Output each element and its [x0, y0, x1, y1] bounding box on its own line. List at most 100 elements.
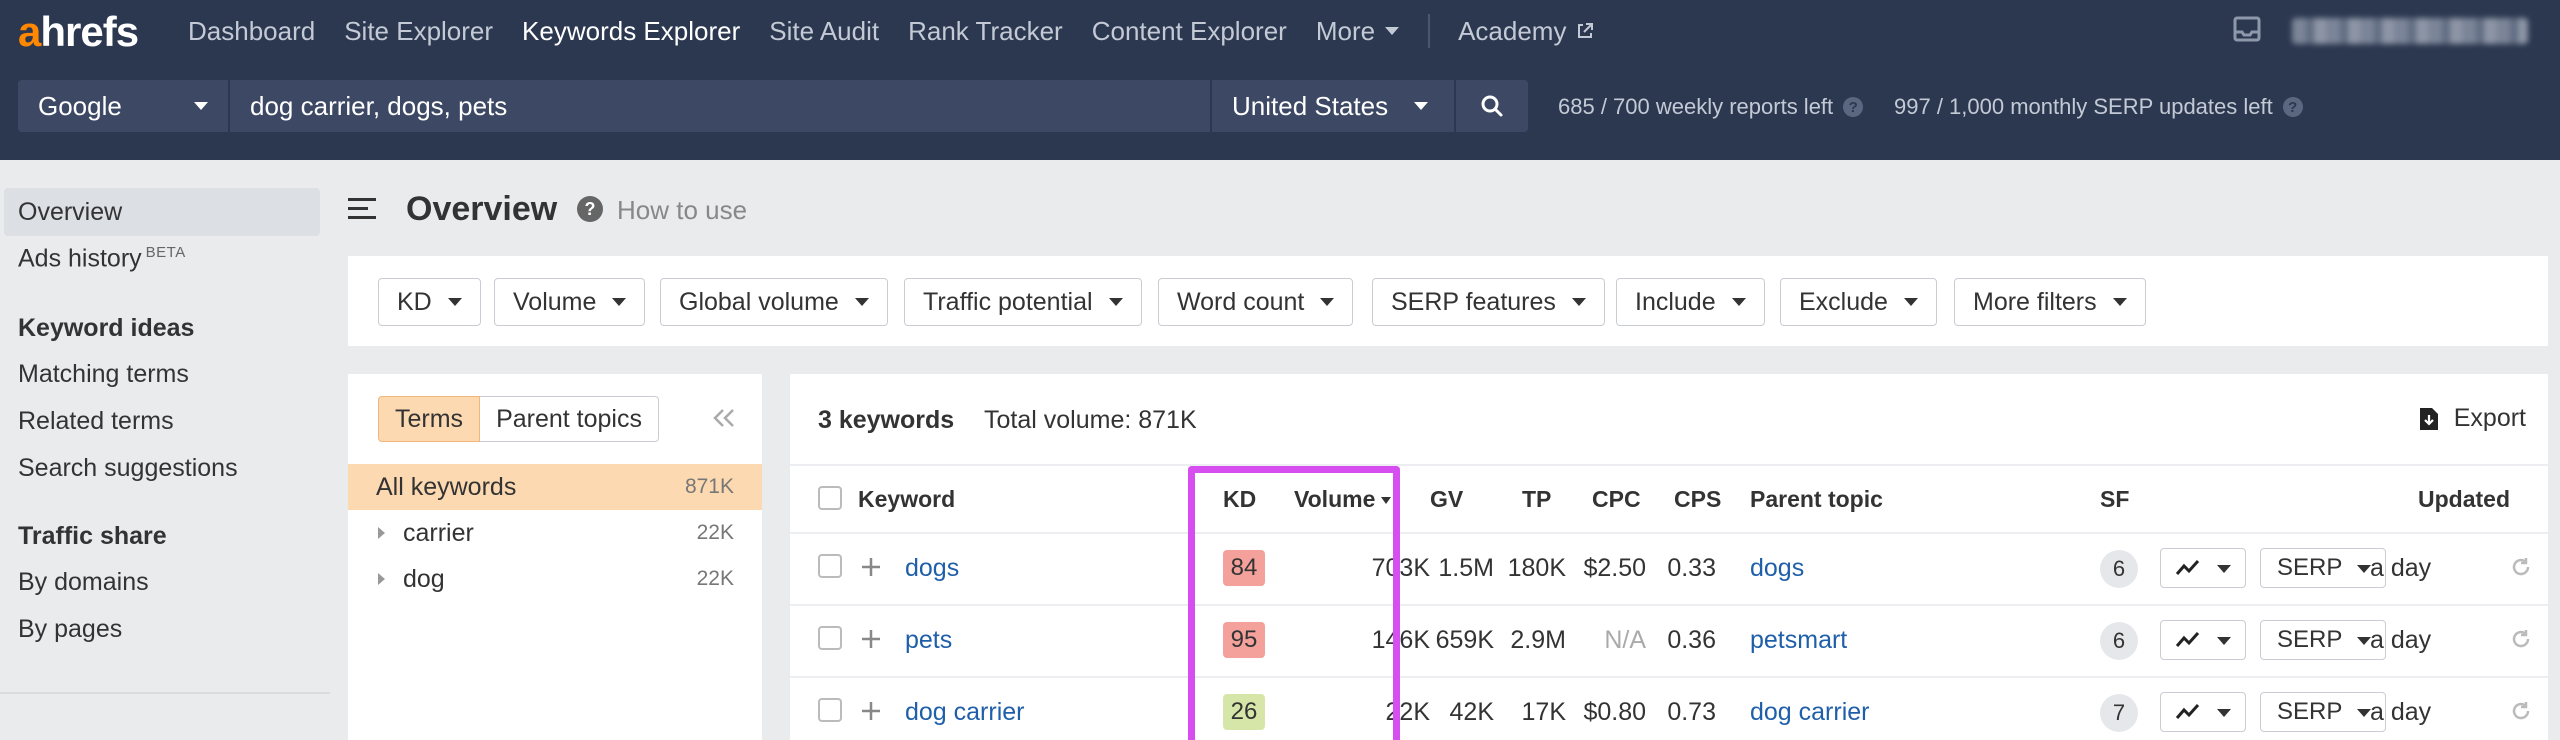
inbox-icon[interactable] — [2232, 14, 2262, 44]
chevron-down-icon — [2357, 637, 2371, 645]
filter-label: Include — [1635, 287, 1716, 316]
term-count: 871K — [684, 475, 734, 498]
keywords-input[interactable]: dog carrier, dogs, pets — [230, 80, 1210, 132]
col-kd[interactable]: KD — [1223, 486, 1256, 513]
row-checkbox[interactable] — [818, 554, 842, 578]
nav-dashboard[interactable]: Dashboard — [188, 16, 315, 47]
filter-global-volume[interactable]: Global volume — [660, 278, 888, 326]
select-all-checkbox[interactable] — [818, 486, 842, 510]
how-to-use-link[interactable]: How to use — [617, 195, 747, 226]
col-updated[interactable]: Updated — [2418, 486, 2510, 513]
filter-volume[interactable]: Volume — [494, 278, 646, 326]
term-row-dog[interactable]: dog 22K — [348, 556, 762, 602]
account-menu[interactable] — [2292, 18, 2528, 44]
menu-icon[interactable] — [348, 196, 378, 222]
sidebar-item-ads-history[interactable]: Ads history BETA — [18, 244, 186, 273]
serp-label: SERP — [2277, 554, 2343, 581]
tab-parent-topics[interactable]: Parent topics — [480, 396, 659, 442]
kd-badge: 26 — [1223, 694, 1265, 730]
parent-topic-link[interactable]: dogs — [1750, 554, 1804, 583]
terms-panel: Terms Parent topics All keywords 871K ca… — [348, 374, 762, 740]
chevron-down-icon — [854, 298, 869, 306]
term-row-all-keywords[interactable]: All keywords 871K — [348, 464, 762, 510]
parent-topic-link[interactable]: petsmart — [1750, 626, 1847, 655]
expand-icon[interactable] — [378, 573, 385, 585]
term-row-carrier[interactable]: carrier 22K — [348, 510, 762, 556]
nav-keywords-explorer[interactable]: Keywords Explorer — [522, 16, 740, 47]
col-parent-topic[interactable]: Parent topic — [1750, 486, 1883, 513]
search-button[interactable] — [1456, 80, 1528, 132]
help-icon[interactable]: ? — [577, 196, 603, 222]
filter-serp-features[interactable]: SERP features — [1372, 278, 1605, 326]
add-to-list-icon[interactable] — [860, 700, 882, 722]
keyword-link[interactable]: dog carrier — [905, 698, 1025, 727]
filter-more[interactable]: More filters — [1954, 278, 2146, 326]
col-tp[interactable]: TP — [1522, 486, 1551, 513]
nav-academy[interactable]: Academy — [1458, 16, 1594, 47]
filter-traffic-potential[interactable]: Traffic potential — [904, 278, 1142, 326]
chevron-down-icon — [1414, 102, 1428, 110]
serp-dropdown[interactable]: SERP — [2260, 548, 2386, 588]
serp-dropdown[interactable]: SERP — [2260, 692, 2386, 732]
col-gv[interactable]: GV — [1430, 486, 1463, 513]
nav-site-explorer[interactable]: Site Explorer — [344, 16, 493, 47]
col-cpc[interactable]: CPC — [1592, 486, 1641, 513]
filter-include[interactable]: Include — [1616, 278, 1765, 326]
serp-features-count[interactable]: 6 — [2100, 622, 2138, 660]
chevron-down-icon — [1571, 298, 1586, 306]
filter-kd[interactable]: KD — [378, 278, 481, 326]
col-sf[interactable]: SF — [2100, 486, 2129, 513]
filter-exclude[interactable]: Exclude — [1780, 278, 1937, 326]
trend-chart-dropdown[interactable] — [2160, 548, 2246, 588]
keyword-link[interactable]: dogs — [905, 554, 959, 583]
sidebar-item-related-terms[interactable]: Related terms — [18, 407, 174, 436]
col-volume[interactable]: Volume — [1294, 486, 1392, 513]
nav-content-explorer[interactable]: Content Explorer — [1092, 16, 1287, 47]
weekly-quota: 685 / 700 weekly reports left? — [1558, 94, 1864, 120]
chevron-down-icon — [2112, 298, 2127, 306]
sidebar-item-search-suggestions[interactable]: Search suggestions — [18, 454, 238, 483]
chevron-down-icon — [194, 102, 208, 110]
search-engine-select[interactable]: Google — [18, 80, 228, 132]
col-cps[interactable]: CPS — [1674, 486, 1721, 513]
sidebar-item-by-domains[interactable]: By domains — [18, 568, 149, 597]
trend-chart-dropdown[interactable] — [2160, 692, 2246, 732]
sidebar-item-overview[interactable]: Overview — [4, 188, 320, 236]
tab-terms[interactable]: Terms — [378, 396, 481, 442]
filter-label: Exclude — [1799, 287, 1888, 316]
add-to-list-icon[interactable] — [860, 556, 882, 578]
refresh-icon[interactable] — [2510, 628, 2532, 650]
row-checkbox[interactable] — [818, 698, 842, 722]
collapse-icon[interactable] — [710, 406, 738, 430]
nav-site-audit[interactable]: Site Audit — [769, 16, 879, 47]
export-icon — [2419, 407, 2438, 430]
serp-features-count[interactable]: 7 — [2100, 694, 2138, 732]
expand-icon[interactable] — [378, 527, 385, 539]
serp-dropdown[interactable]: SERP — [2260, 620, 2386, 660]
refresh-icon[interactable] — [2510, 700, 2532, 722]
sidebar-item-matching-terms[interactable]: Matching terms — [18, 360, 189, 389]
filters-bar: KD Volume Global volume Traffic potentia… — [348, 256, 2548, 346]
nav-more[interactable]: More — [1316, 16, 1400, 47]
export-button[interactable]: Export — [2418, 404, 2526, 433]
sidebar-item-by-pages[interactable]: By pages — [18, 615, 122, 644]
term-label: All keywords — [376, 472, 517, 501]
help-icon[interactable]: ? — [2282, 97, 2303, 117]
help-icon[interactable]: ? — [1843, 97, 1864, 117]
nav-rank-tracker[interactable]: Rank Tracker — [908, 16, 1063, 47]
filter-word-count[interactable]: Word count — [1158, 278, 1354, 326]
kd-badge: 95 — [1223, 622, 1265, 658]
parent-topic-link[interactable]: dog carrier — [1750, 698, 1870, 727]
trend-chart-dropdown[interactable] — [2160, 620, 2246, 660]
refresh-icon[interactable] — [2510, 556, 2532, 578]
row-checkbox[interactable] — [818, 626, 842, 650]
country-select[interactable]: United States — [1212, 80, 1454, 132]
updated-value: a day — [2370, 698, 2432, 726]
tp-value: 2.9M — [1510, 626, 1566, 654]
ahrefs-logo[interactable]: ahrefs — [18, 8, 139, 56]
keyword-link[interactable]: pets — [905, 626, 952, 655]
col-keyword[interactable]: Keyword — [858, 486, 955, 513]
cpc-value: $2.50 — [1583, 554, 1646, 582]
add-to-list-icon[interactable] — [860, 628, 882, 650]
serp-features-count[interactable]: 6 — [2100, 550, 2138, 588]
